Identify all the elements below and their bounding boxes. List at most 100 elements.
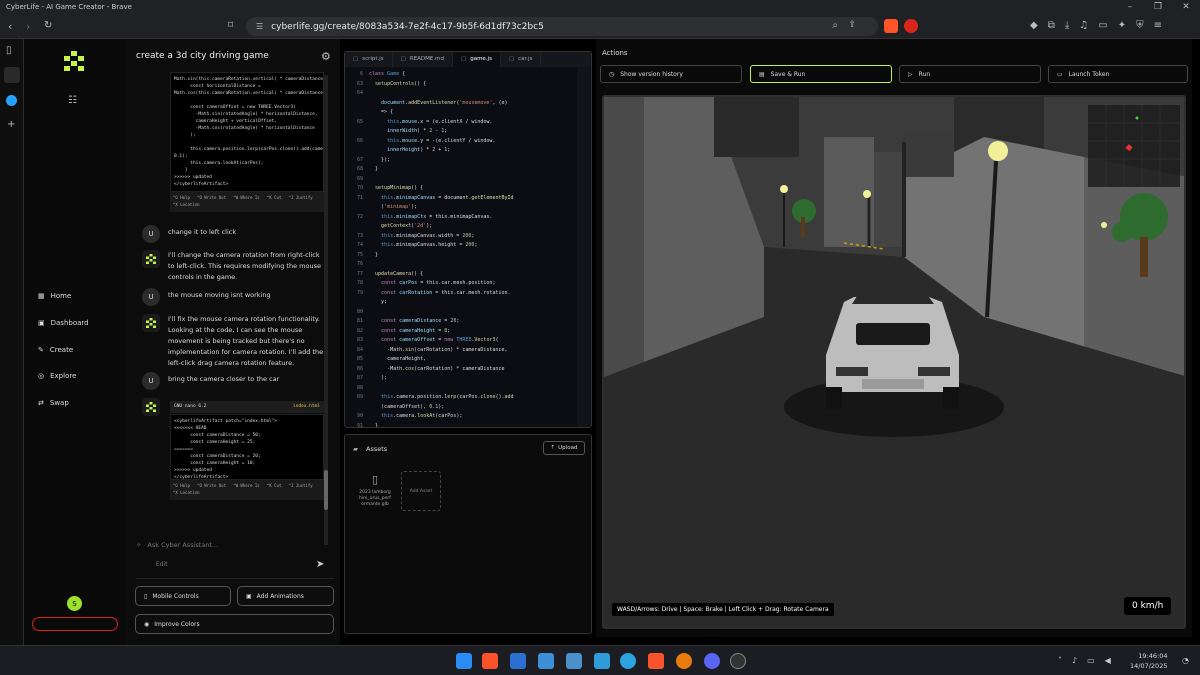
back-icon[interactable]: ‹: [8, 20, 12, 33]
code-line[interactable]: 85 cameraHeight,: [345, 355, 581, 365]
code-line[interactable]: 64: [345, 89, 581, 99]
code-line[interactable]: y;: [345, 298, 581, 308]
upload-button[interactable]: ⇡ Upload: [543, 441, 585, 455]
code-line[interactable]: 72 this.minimapCtx = this.minimapCanvas.: [345, 213, 581, 223]
add-icon[interactable]: +: [7, 119, 15, 130]
discord-taskbar-icon[interactable]: [704, 653, 720, 669]
extensions-icon[interactable]: ⧉: [1048, 20, 1055, 31]
code-line[interactable]: 81 const cameraDistance = 20;: [345, 317, 581, 327]
show-version-history-button[interactable]: ◷ Show version history: [600, 65, 742, 83]
code-line[interactable]: 74 this.minimapCanvas.height = 200;: [345, 241, 581, 251]
sidebar-item-explore[interactable]: ◎ Explore: [38, 372, 76, 380]
user-avatar[interactable]: S: [67, 596, 82, 611]
save-run-button[interactable]: ▤ Save & Run: [750, 65, 892, 83]
code-line[interactable]: 88: [345, 384, 581, 394]
code-line[interactable]: 73 this.minimapCanvas.width = 200;: [345, 232, 581, 242]
code-line[interactable]: document.addEventListener('mousemove', (…: [345, 99, 581, 109]
code-line[interactable]: innerHeight) * 2 + 1;: [345, 146, 581, 156]
code-minimap[interactable]: [577, 67, 591, 427]
download-icon[interactable]: ⤓: [1065, 20, 1069, 31]
code-line[interactable]: 63 setupControls() {: [345, 80, 581, 90]
code-line[interactable]: innerWidth) * 2 - 1;: [345, 127, 581, 137]
edit-label[interactable]: Edit: [156, 561, 168, 568]
address-bar[interactable]: ☰ cyberlife.gg/create/8083a534-7e2f-4c17…: [246, 17, 878, 36]
reload-icon[interactable]: ↻: [44, 20, 52, 31]
obs-taskbar-icon[interactable]: [730, 653, 746, 669]
zoom-icon[interactable]: ⌕: [832, 20, 838, 31]
code-line[interactable]: 87 );: [345, 374, 581, 384]
run-button[interactable]: ▷ Run: [899, 65, 1041, 83]
monitor-icon[interactable]: ▭: [1087, 656, 1095, 665]
code-line[interactable]: 90 this.camera.lookAt(carPos);: [345, 412, 581, 422]
app-taskbar-icon[interactable]: [538, 653, 554, 669]
vpn-icon[interactable]: ⛨: [1136, 20, 1144, 31]
forward-icon[interactable]: ›: [26, 20, 30, 33]
code-line[interactable]: 86 -Math.cos(carRotation) * cameraDistan…: [345, 365, 581, 375]
photos-taskbar-icon[interactable]: [566, 653, 582, 669]
code-line[interactable]: 66 this.mouse.y = -(e.clientY / window.: [345, 137, 581, 147]
sidebar-item-dashboard[interactable]: ▣ Dashboard: [38, 319, 89, 327]
pinned-site-icon[interactable]: [4, 67, 20, 83]
sidebar-item-swap[interactable]: ⇄ Swap: [38, 399, 69, 407]
telegram-taskbar-icon[interactable]: [620, 653, 636, 669]
clock-date[interactable]: 14/07/2025: [1130, 661, 1167, 671]
share-icon[interactable]: ⇪: [848, 20, 856, 30]
chat-scrollbar[interactable]: [324, 75, 328, 545]
asset-file-item[interactable]: ▯ 2023 lamborghini_urus_performante.glb: [359, 473, 391, 533]
sidebar-item-create[interactable]: ✎ Create: [38, 346, 73, 354]
code-line[interactable]: 65 this.mouse.x = (e.clientX / window.: [345, 118, 581, 128]
app-taskbar-icon-2[interactable]: [594, 653, 610, 669]
brave-taskbar-icon[interactable]: [482, 653, 498, 669]
clock-time[interactable]: 19:46:04: [1130, 651, 1167, 661]
code-line[interactable]: 71 this.minimapCanvas = document.getElem…: [345, 194, 581, 204]
sidebar-item-home[interactable]: ▦ Home: [38, 292, 71, 300]
close-window-button[interactable]: ✕: [1172, 0, 1200, 14]
code-line[interactable]: 83 const cameraOffset = new THREE.Vector…: [345, 336, 581, 346]
notifications-icon[interactable]: ◔: [1182, 656, 1189, 665]
brave-rewards-icon[interactable]: [904, 19, 918, 33]
panel-icon[interactable]: ▯: [6, 45, 12, 56]
chevron-up-icon[interactable]: ˄: [1058, 656, 1062, 665]
menu-icon[interactable]: ≡: [1154, 20, 1162, 31]
tab-script-js[interactable]: ▢ script.js: [345, 52, 393, 67]
game-viewport[interactable]: WASD/Arrows: Drive | Space: Brake | Left…: [602, 95, 1186, 629]
minimize-button[interactable]: –: [1116, 0, 1144, 14]
chat-input[interactable]: ✧ Ask Cyber Assistant...: [136, 541, 218, 549]
gear-icon[interactable]: ⚙: [321, 50, 331, 63]
add-asset-button[interactable]: Add Asset: [401, 471, 441, 511]
media-icon[interactable]: ♫: [1079, 20, 1088, 31]
sidebar-toggle-icon[interactable]: ▭: [1098, 20, 1107, 31]
code-line[interactable]: getContext('2d');: [345, 222, 581, 232]
code-line[interactable]: 67 });: [345, 156, 581, 166]
brave-shields-icon[interactable]: [884, 19, 898, 33]
code-line[interactable]: 82 const cameraHeight = 8;: [345, 327, 581, 337]
wallet-connect-button[interactable]: [32, 617, 118, 631]
microphone-icon[interactable]: ♪: [1072, 656, 1077, 665]
launch-token-button[interactable]: ▭ Launch Token: [1048, 65, 1188, 83]
code-content[interactable]: 6 class Game {63 setupControls() {64 docu…: [345, 70, 581, 428]
code-line[interactable]: 84 -Math.sin(carRotation) * cameraDistan…: [345, 346, 581, 356]
code-line[interactable]: ('minimap');: [345, 203, 581, 213]
brave-taskbar-icon-2[interactable]: [648, 653, 664, 669]
code-line[interactable]: 75 }: [345, 251, 581, 261]
volume-icon[interactable]: ◀: [1105, 656, 1111, 665]
cyberlife-logo-icon[interactable]: [64, 51, 84, 73]
code-line[interactable]: 69: [345, 175, 581, 185]
add-animations-button[interactable]: ▣ Add Animations: [237, 586, 334, 606]
code-line[interactable]: 77 updateCamera() {: [345, 270, 581, 280]
send-icon[interactable]: ➤: [316, 559, 324, 570]
code-line[interactable]: 68 }: [345, 165, 581, 175]
code-line[interactable]: 78 const carPos = this.car.mesh.position…: [345, 279, 581, 289]
blender-taskbar-icon[interactable]: [676, 653, 692, 669]
pinned-app-icon[interactable]: [6, 95, 17, 106]
code-line[interactable]: 70 setupMinimap() {: [345, 184, 581, 194]
code-line[interactable]: 91 }: [345, 422, 581, 428]
bookmark-icon[interactable]: ⌑: [228, 20, 233, 31]
code-line[interactable]: 89 this.camera.position.lerp(carPos.clon…: [345, 393, 581, 403]
mobile-controls-button[interactable]: ▯ Mobile Controls: [135, 586, 231, 606]
trello-taskbar-icon[interactable]: [510, 653, 526, 669]
leo-icon[interactable]: ✦: [1118, 20, 1126, 31]
tab-game-js[interactable]: ▢ game.js: [453, 52, 501, 67]
wallet-icon[interactable]: ◆: [1030, 20, 1038, 31]
tab-car-js[interactable]: ▢ car.js: [501, 52, 542, 67]
